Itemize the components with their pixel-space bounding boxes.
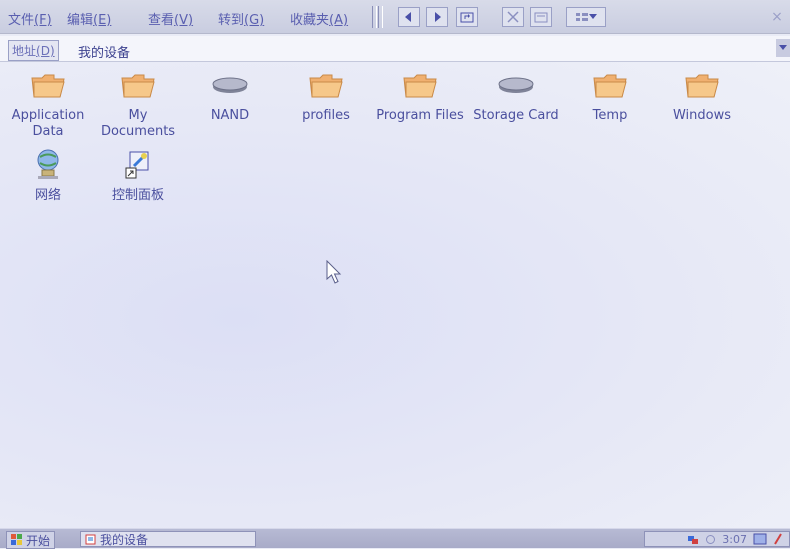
item-label: 控制面板 — [111, 188, 164, 203]
menu-file-accel: (F) — [34, 13, 52, 28]
address-label-accel: (D) — [36, 44, 55, 58]
item-control-panel[interactable]: 控制面板 — [90, 148, 186, 204]
folder-up-icon — [460, 12, 474, 23]
item-label: Program Files — [376, 108, 464, 123]
close-button[interactable]: × — [768, 8, 786, 26]
item-label: Temp — [592, 108, 628, 123]
taskbar-window-button[interactable]: 我的设备 — [80, 531, 256, 547]
item-windows[interactable]: Windows — [654, 68, 750, 124]
item-storage-card[interactable]: Storage Card — [468, 68, 564, 124]
menu-go-label: 转到 — [218, 13, 245, 28]
menu-go[interactable]: 转到(G) — [218, 9, 264, 28]
chevron-down-icon — [589, 14, 597, 19]
taskbar-window-label: 我的设备 — [100, 532, 149, 547]
menu-edit-label: 编辑 — [67, 13, 94, 28]
my-device-icon — [85, 534, 96, 544]
address-label-text: 地址 — [12, 44, 37, 58]
control-panel-icon — [118, 148, 158, 182]
desktop-icon — [753, 533, 767, 545]
menu-favorites-accel: (A) — [329, 13, 349, 28]
menu-file-label: 文件 — [8, 13, 35, 28]
menu-favorites[interactable]: 收藏夹(A) — [290, 9, 348, 28]
menu-edit[interactable]: 编辑(E) — [67, 9, 111, 28]
item-profiles[interactable]: profiles — [278, 68, 374, 124]
item-label: NAND — [210, 108, 250, 123]
folder-icon — [400, 68, 440, 102]
item-my-documents[interactable]: My Documents — [90, 68, 186, 140]
power-status-icon — [706, 534, 716, 544]
address-label: 地址(D) — [8, 40, 59, 61]
item-program-files[interactable]: Program Files — [372, 68, 468, 124]
delete-button[interactable] — [502, 7, 524, 27]
system-tray: 3:07 — [644, 531, 790, 547]
item-network[interactable]: 网络 — [0, 148, 96, 204]
network-icon — [28, 148, 68, 182]
drive-icon — [496, 68, 536, 102]
menu-favorites-label: 收藏夹 — [290, 13, 330, 28]
view-menu-button[interactable] — [566, 7, 606, 27]
item-label: Application Data — [11, 108, 85, 139]
network-status-icon — [688, 535, 699, 544]
mouse-pointer-icon — [326, 260, 342, 284]
item-temp[interactable]: Temp — [562, 68, 658, 124]
file-list-view: Application Data My Documents NAND profi… — [0, 62, 790, 528]
folder-icon — [306, 68, 346, 102]
arrow-right-icon — [435, 12, 441, 22]
drive-icon — [210, 68, 250, 102]
folder-icon — [28, 68, 68, 102]
toolbar-separator — [378, 6, 383, 28]
folder-icon — [590, 68, 630, 102]
chevron-down-icon — [779, 45, 787, 50]
item-label: My Documents — [100, 108, 176, 139]
menu-edit-accel: (E) — [93, 13, 112, 28]
start-button[interactable]: 开始 — [6, 531, 56, 549]
address-input[interactable]: 我的设备 — [78, 42, 130, 61]
up-folder-button[interactable] — [456, 7, 478, 27]
toolbar-separator — [372, 6, 377, 28]
item-application-data[interactable]: Application Data — [0, 68, 96, 140]
menu-file[interactable]: 文件(F) — [8, 9, 52, 28]
item-label: Storage Card — [473, 108, 559, 123]
arrow-left-icon — [405, 12, 411, 22]
item-nand[interactable]: NAND — [182, 68, 278, 124]
pen-icon — [774, 533, 782, 545]
menu-view[interactable]: 查看(V) — [148, 9, 193, 28]
properties-icon — [534, 12, 548, 23]
item-label: 网络 — [34, 188, 61, 203]
address-bar: 地址(D) 我的设备 — [0, 36, 790, 62]
back-button[interactable] — [398, 7, 420, 27]
menu-view-accel: (V) — [174, 13, 194, 28]
folder-icon — [682, 68, 722, 102]
folder-icon — [118, 68, 158, 102]
menu-view-label: 查看 — [148, 13, 175, 28]
properties-button[interactable] — [530, 7, 552, 27]
close-icon: × — [771, 9, 783, 25]
forward-button[interactable] — [426, 7, 448, 27]
menu-bar: 文件(F) 编辑(E) 查看(V) 转到(G) 收藏夹(A) × — [0, 0, 790, 34]
delete-icon — [507, 11, 519, 23]
windows-logo-icon — [11, 534, 22, 545]
view-list-icon — [576, 13, 588, 21]
address-dropdown-button[interactable] — [776, 39, 790, 57]
menu-go-accel: (G) — [244, 13, 265, 28]
item-label: profiles — [302, 108, 350, 123]
clock[interactable]: 3:07 — [722, 533, 747, 546]
item-label: Windows — [672, 108, 732, 123]
taskbar: 开始 我的设备 3:07 — [0, 528, 790, 549]
start-label: 开始 — [26, 533, 51, 548]
